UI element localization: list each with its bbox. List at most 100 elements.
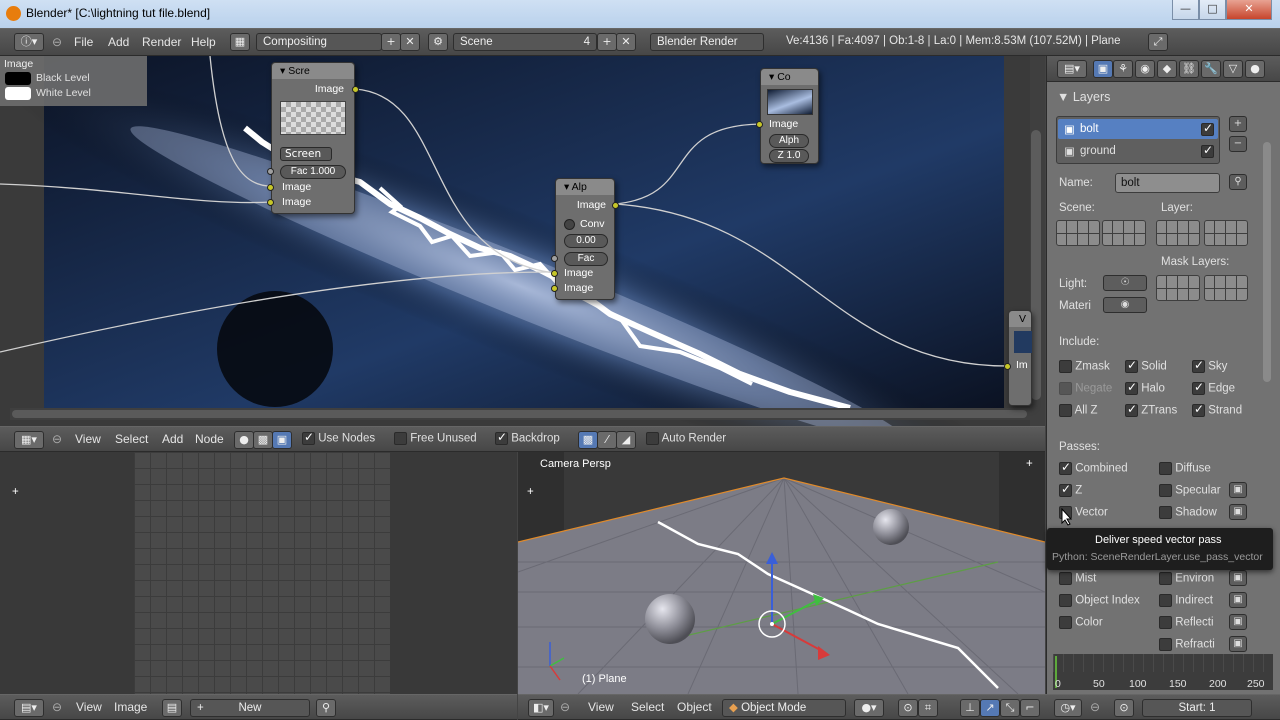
menu-render[interactable]: Render [142,35,181,49]
add-screen-button[interactable]: + [381,33,401,51]
compositing-nodes-icon[interactable]: ▣ [272,431,292,449]
editor-type-3d-icon[interactable]: ◧▾ [528,699,554,717]
collapse-icon[interactable]: ⊖ [52,432,62,446]
render-layers-grid-1[interactable] [1156,220,1200,246]
include-halo[interactable]: Halo [1125,380,1165,395]
node-menu-view[interactable]: View [75,432,101,446]
layer-item-bolt[interactable]: ▣ bolt [1058,119,1218,139]
fullscreen-icon[interactable]: ⤢ [1148,33,1168,51]
viewport-menu-select[interactable]: Select [631,700,664,714]
pass-diffuse[interactable]: Diffuse [1159,462,1211,475]
collapse-icon[interactable]: ⊖ [52,700,62,714]
image-editor-view[interactable]: + [0,452,517,694]
menu-file[interactable]: File [74,35,93,49]
editor-type-properties-icon[interactable]: ▤▾ [1057,60,1087,78]
pivot-point-icon[interactable]: ⊙ [898,699,918,717]
black-level-swatch[interactable] [5,72,31,85]
close-button[interactable]: ✕ [1226,0,1272,20]
screen-node-header[interactable]: ▾ Scre [272,63,354,79]
premul-field[interactable]: 0.00 [564,234,608,248]
scene-tab-icon[interactable]: ⚘ [1113,60,1133,78]
eyedropper-icon[interactable]: ⚲ [1229,174,1247,190]
fac-field[interactable]: Fac 1.000 [280,165,346,179]
include-all-z[interactable]: All Z [1059,404,1098,417]
exclude-shadow-icon[interactable]: ▣ [1229,504,1247,520]
exclude-reflection-icon[interactable]: ▣ [1229,614,1247,630]
pass-z[interactable]: Z [1059,482,1082,497]
alpha-fac-socket[interactable] [551,255,558,262]
add-layer-button[interactable]: + [1229,116,1247,132]
area-split-icon[interactable]: + [527,486,534,498]
start-frame-field[interactable]: Start: 1 [1142,699,1252,717]
auto-render-toggle[interactable]: Auto Render [646,432,726,445]
remove-layer-button[interactable]: − [1229,136,1247,152]
backdrop-alpha-icon[interactable]: ◢ [616,431,636,449]
object-tab-icon[interactable]: ◆ [1157,60,1177,78]
pass-reflection[interactable]: Reflecti [1159,616,1214,629]
texture-nodes-icon[interactable]: ▩ [253,431,273,449]
use-nodes-toggle[interactable]: Use Nodes [302,430,375,445]
backdrop-rgb-alpha-icon[interactable]: ▩ [578,431,598,449]
properties-scrollbar[interactable] [1263,142,1271,382]
pass-environment[interactable]: Environ [1159,572,1214,585]
light-override-field[interactable]: ☉ [1103,275,1147,291]
add-scene-button[interactable]: + [597,33,617,51]
remove-screen-button[interactable]: ✕ [400,33,420,51]
translate-manipulator-icon[interactable]: ⊥ [960,699,980,717]
alpha-input-socket-2[interactable] [551,285,558,292]
world-tab-icon[interactable]: ◉ [1135,60,1155,78]
scene-layers-grid-1[interactable] [1056,220,1100,246]
exclude-specular-icon[interactable]: ▣ [1229,482,1247,498]
image-browse-icon[interactable]: ▤ [162,699,182,717]
layers-panel-title[interactable]: ▼ Layers [1057,90,1110,104]
backdrop-rgb-icon[interactable]: ⁄ [597,431,617,449]
fac-input-socket[interactable] [267,168,274,175]
material-override-field[interactable]: ◉ [1103,297,1147,313]
exclude-indirect-icon[interactable]: ▣ [1229,592,1247,608]
timeline-strip[interactable] [1053,654,1273,690]
backdrop-toggle[interactable]: Backdrop [495,430,560,445]
node-menu-add[interactable]: Add [162,432,183,446]
screen-input-socket-2[interactable] [267,199,274,206]
render-tab-icon[interactable]: ▣ [1093,60,1113,78]
alpha-output-socket[interactable] [612,202,619,209]
exclude-refraction-icon[interactable]: ▣ [1229,636,1247,652]
mask-layers-grid-1[interactable] [1156,275,1200,301]
scale-manipulator-icon[interactable]: ⤡ [1000,699,1020,717]
node-menu-select[interactable]: Select [115,432,148,446]
collapse-icon[interactable]: ⊖ [560,700,570,714]
screen-input-socket-1[interactable] [267,184,274,191]
mask-layers-grid-2[interactable] [1204,275,1248,301]
manipulator-space-icon[interactable]: ⌐ [1020,699,1040,717]
composite-alpha-field[interactable]: Alph [769,134,809,148]
include-ztrans[interactable]: ZTrans [1125,402,1177,417]
include-negate[interactable]: Negate [1059,382,1112,395]
constraints-tab-icon[interactable]: ⛓ [1179,60,1199,78]
collapse-icon[interactable]: ⊖ [1090,700,1100,714]
alpha-input-socket-1[interactable] [551,270,558,277]
white-level-swatch[interactable] [5,87,31,100]
material-tab-icon[interactable]: ● [1245,60,1265,78]
pass-object-index[interactable]: Object Index [1059,594,1140,607]
blend-mode-select[interactable]: Screen [280,147,332,161]
screen-output-socket[interactable] [352,86,359,93]
editor-type-timeline-icon[interactable]: ◷▾ [1054,699,1082,717]
pass-mist[interactable]: Mist [1059,572,1096,585]
layer-enable-bolt[interactable] [1201,121,1214,136]
layer-enable-ground[interactable] [1201,143,1214,158]
pass-indirect[interactable]: Indirect [1159,594,1213,607]
menu-add[interactable]: Add [108,35,129,49]
screen-mix-node[interactable]: ▾ Scre Image Screen Fac 1.000 Image Imag… [267,62,359,214]
manipulator-toggle-icon[interactable]: ⌗ [918,699,938,717]
rotate-manipulator-icon[interactable]: ↗ [980,699,1000,717]
minimize-button[interactable]: — [1172,0,1199,20]
remove-scene-button[interactable]: ✕ [616,33,636,51]
pass-specular[interactable]: Specular [1159,484,1221,497]
convert-premul-checkbox[interactable] [564,219,575,230]
composite-image-socket[interactable] [756,121,763,128]
node-menu-node[interactable]: Node [195,432,224,446]
screen-layout-field[interactable]: Compositing [256,33,382,51]
editor-type-info-icon[interactable]: ⓘ▾ [14,33,44,51]
layer-item-ground[interactable]: ▣ ground [1058,141,1218,161]
viewer-image-socket[interactable] [1004,363,1011,370]
